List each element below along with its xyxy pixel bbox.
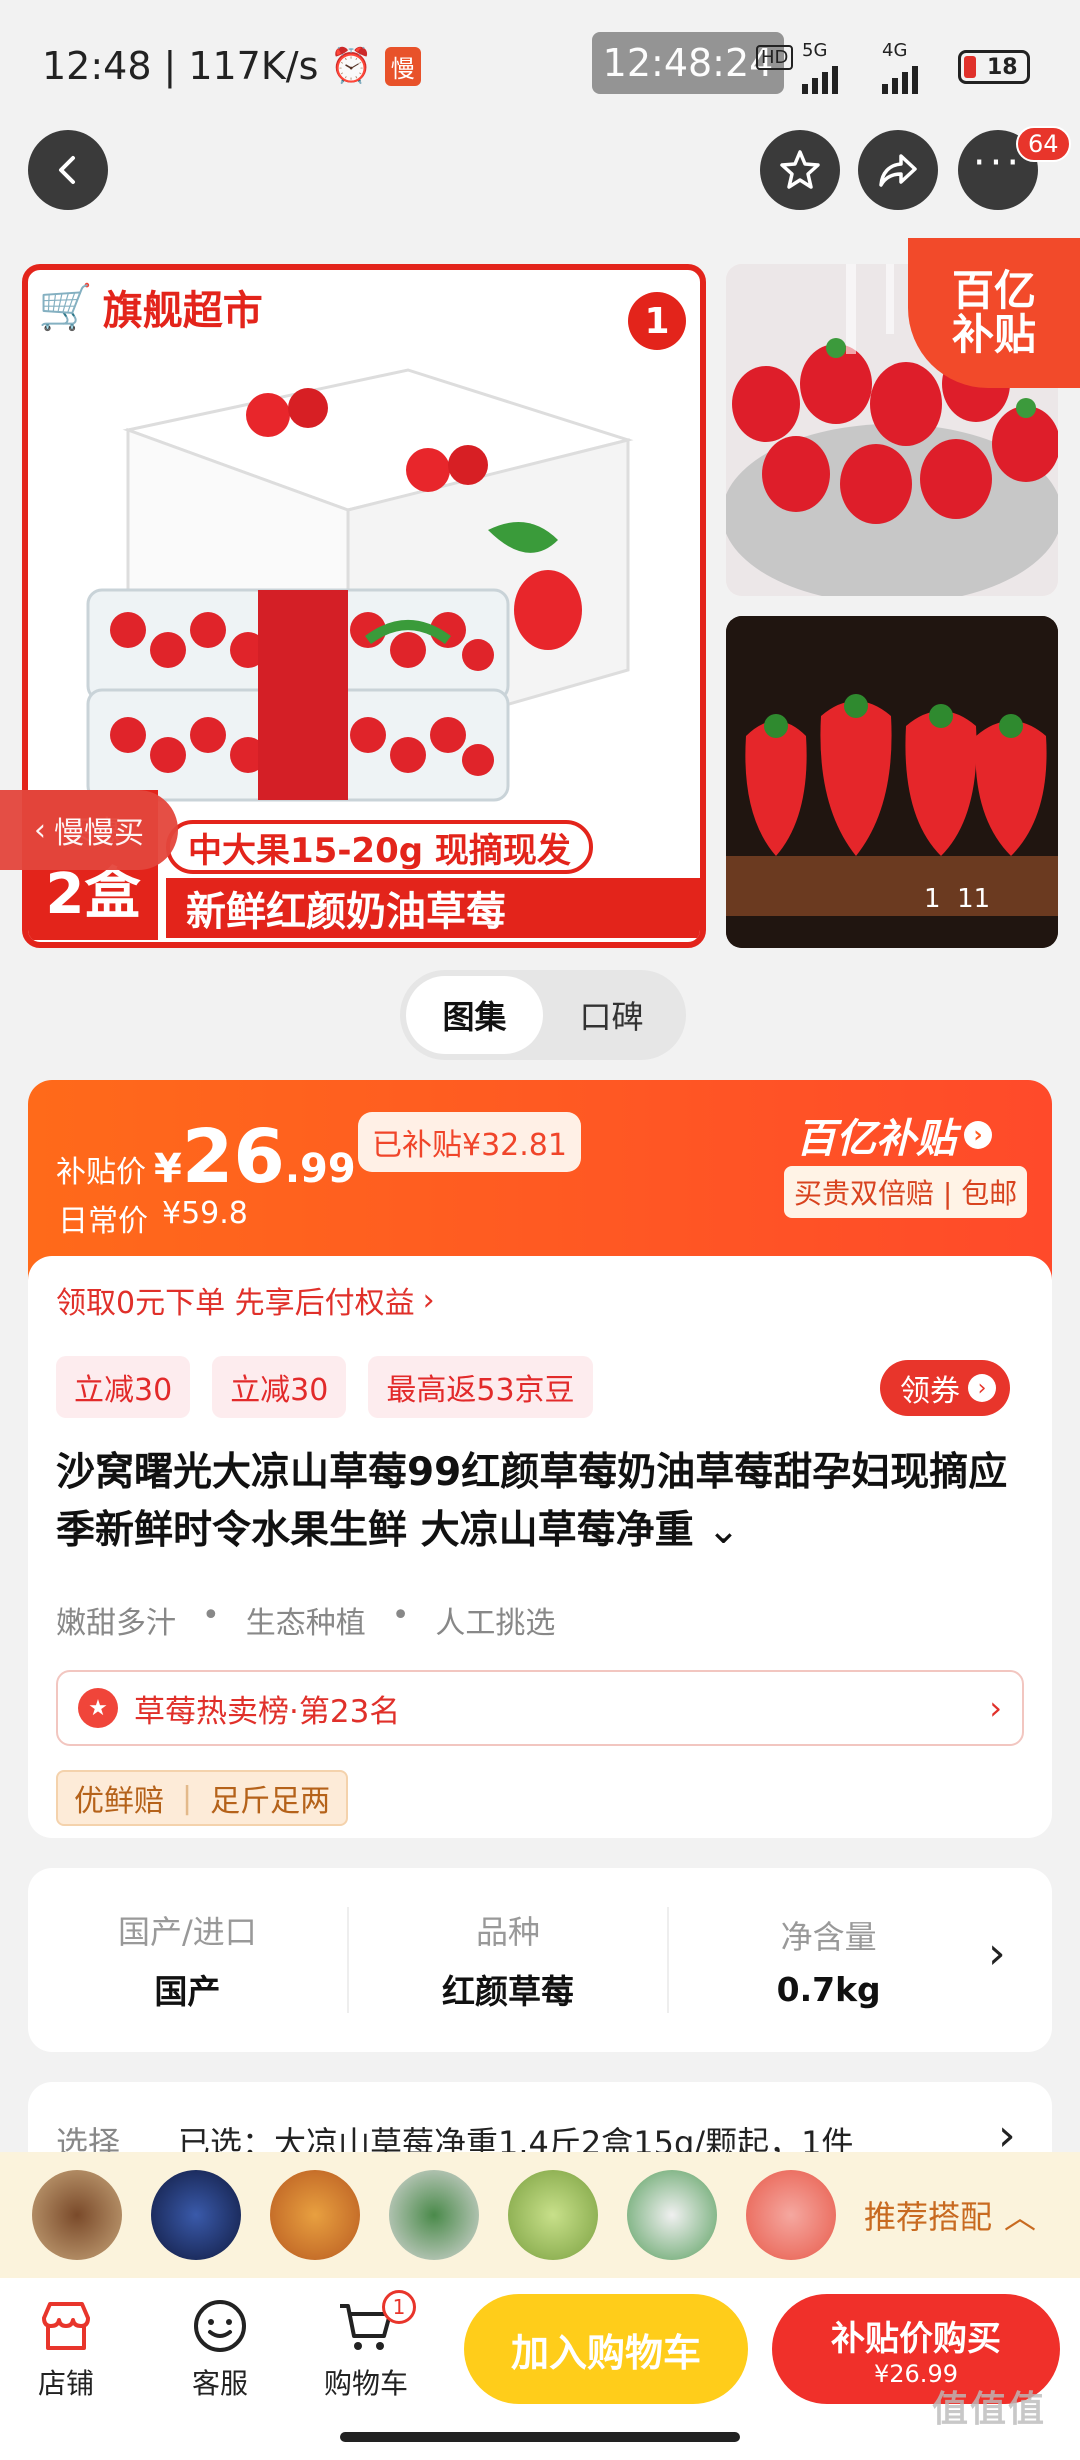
slow-app-badge: 慢 — [384, 46, 421, 86]
medal-icon: ★ — [78, 1688, 118, 1728]
chevron-right-icon: › — [989, 1689, 1002, 1727]
billion-subsidy-link[interactable]: 百亿补贴 › — [796, 1106, 992, 1164]
spec-net-weight: 净含量 0.7kg — [776, 1917, 881, 2009]
chevron-left-icon — [59, 156, 75, 184]
expand-chevron-icon[interactable]: ⌄ — [707, 1508, 740, 1553]
cart-count-badge: 1 — [382, 2290, 416, 2324]
service-tags: 优鲜赔 | 足斤足两 — [56, 1770, 349, 1826]
ranking-bar[interactable]: ★ 草莓热卖榜·第23名 › — [56, 1670, 1024, 1746]
tab-gallery[interactable]: 图集 — [406, 976, 543, 1054]
strawberry-tray-image — [726, 616, 1058, 948]
watermark: 值值值 — [932, 2389, 1047, 2430]
flagship-banner: 🛒 旗舰超市 — [38, 282, 263, 334]
image-counter: 1 11 — [924, 884, 991, 914]
favorite-button[interactable] — [760, 130, 840, 210]
recommend-thumbs — [32, 2170, 836, 2260]
status-time: 12:48 — [42, 44, 152, 88]
recommend-thumb[interactable] — [627, 2170, 717, 2260]
store-button[interactable]: 店铺 — [36, 2296, 96, 2402]
spec-origin: 国产/进口 国产 — [28, 1907, 349, 2013]
recommend-thumb[interactable] — [32, 2170, 122, 2260]
store-icon — [42, 2302, 90, 2350]
back-button[interactable] — [28, 130, 108, 210]
cart-logo-icon: 🛒 — [38, 282, 93, 333]
chevron-right-circle-icon: › — [968, 1374, 996, 1402]
signal-5g-icon: 5G — [802, 42, 838, 100]
chevron-right-circle-icon: › — [964, 1121, 992, 1149]
spec-variety: 品种 红颜草莓 — [349, 1907, 670, 2013]
hd-badge: HD — [756, 44, 794, 70]
status-bar: 12:48 | 117K/s ⏰ 慢 12:48:24 HD 5G 4G 18 — [0, 0, 1080, 130]
daily-price: 日常价 ¥59.8 — [58, 1196, 248, 1239]
recommend-toggle[interactable]: 推荐搭配 ︿ — [864, 2192, 1036, 2238]
gallery-tabs: 图集 口碑 — [400, 970, 686, 1060]
home-indicator[interactable] — [340, 2432, 740, 2442]
get-coupon-button[interactable]: 领券 › — [880, 1360, 1010, 1416]
alarm-icon: ⏰ — [330, 46, 373, 86]
thumbnail-strawberry-tray[interactable] — [726, 616, 1058, 948]
battery-level: 18 — [987, 54, 1018, 80]
recommend-thumb[interactable] — [389, 2170, 479, 2260]
chevron-right-icon: › — [988, 1928, 1006, 1979]
chat-smile-icon — [194, 2300, 246, 2352]
product-info-card: 领取0元下单 先享后付权益 › 立减30 立减30 最高返53京豆 领券 › 沙… — [28, 1256, 1052, 1838]
chevron-up-icon: ︿ — [1004, 2198, 1037, 2236]
spec-columns: 国产/进口 国产 品种 红颜草莓 净含量 0.7kg — [28, 1868, 988, 2052]
discount-pill[interactable]: 立减30 — [56, 1356, 191, 1418]
recommend-thumb[interactable] — [746, 2170, 836, 2260]
promo-name-strip: 新鲜红颜奶油草莓 — [166, 878, 700, 938]
signal-4g-icon: 4G — [882, 42, 918, 100]
star-icon — [780, 150, 820, 189]
slow-buy-button[interactable]: ‹ 慢慢买 — [0, 790, 178, 870]
recommend-strip: 推荐搭配 ︿ — [0, 2152, 1080, 2278]
add-to-cart-button[interactable]: 加入购物车 — [464, 2294, 748, 2404]
promo-size-tag: 中大果15-20g 现摘现发 — [166, 820, 593, 874]
strawberry-box-illustration — [86, 368, 634, 802]
share-icon — [879, 154, 917, 187]
tab-reviews[interactable]: 口碑 — [543, 976, 680, 1054]
chevron-left-icon: ‹ — [34, 812, 46, 848]
specs-card[interactable]: 国产/进口 国产 品种 红颜草莓 净含量 0.7kg › — [28, 1868, 1052, 2052]
recommend-thumb[interactable] — [508, 2170, 598, 2260]
share-button[interactable] — [858, 130, 938, 210]
network-speed: 117K/s — [188, 44, 319, 88]
subsidy-amount-tag: 已补贴¥32.81 — [358, 1112, 581, 1172]
promo-pills: 立减30 立减30 最高返53京豆 — [56, 1356, 593, 1418]
image-rank-badge: 1 — [628, 292, 686, 350]
customer-service-button[interactable]: 客服 — [190, 2296, 250, 2402]
guarantee-tag: 买贵双倍赔 | 包邮 — [784, 1166, 1028, 1218]
discount-pill[interactable]: 立减30 — [212, 1356, 347, 1418]
chevron-right-icon: › — [422, 1282, 435, 1318]
price-banner: 补贴价 ¥ 26 .99 已补贴¥32.81 日常价 ¥59.8 百亿补贴 › … — [28, 1080, 1052, 1280]
message-count-badge: 64 — [1016, 126, 1071, 162]
subsidy-corner-tag: 百亿 补贴 — [908, 238, 1080, 388]
jingdou-pill[interactable]: 最高返53京豆 — [368, 1356, 593, 1418]
recommend-thumb[interactable] — [270, 2170, 360, 2260]
credit-offer-link[interactable]: 领取0元下单 先享后付权益 › — [56, 1278, 435, 1322]
product-title: 沙窝曙光大凉山草莓99红颜草莓奶油草莓甜孕妇现摘应季新鲜时令水果生鲜 大凉山草莓… — [56, 1450, 1008, 1553]
recommend-thumb[interactable] — [151, 2170, 241, 2260]
feature-list: 嫩甜多汁 • 生态种植 • 人工挑选 — [56, 1598, 556, 1641]
subsidy-price: 补贴价 ¥ 26 .99 — [56, 1114, 356, 1200]
status-left: 12:48 | 117K/s ⏰ 慢 — [42, 44, 421, 88]
battery-icon: 18 — [958, 50, 1030, 84]
